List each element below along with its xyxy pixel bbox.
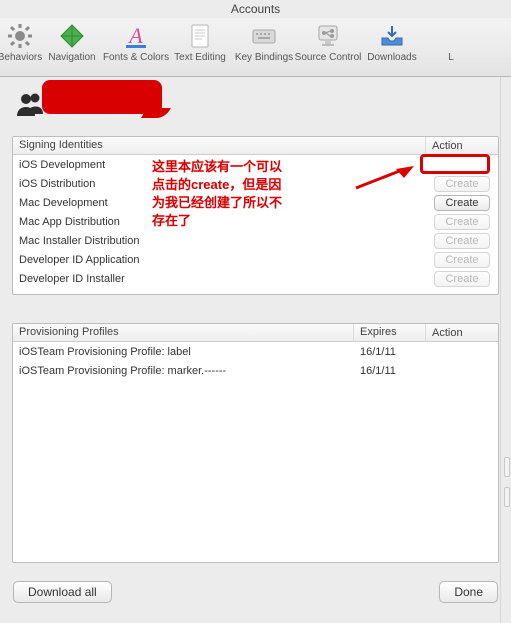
annotation-focus-box bbox=[420, 154, 490, 174]
scroll-nub[interactable] bbox=[504, 487, 510, 507]
branch-icon bbox=[312, 20, 344, 52]
toolbar-item-label: Downloads bbox=[367, 52, 416, 63]
bottom-bar: Download all Done bbox=[11, 575, 500, 609]
toolbar-item-label: Behaviors bbox=[0, 52, 42, 63]
titlebar: Accounts bbox=[0, 0, 511, 18]
identity-row: Developer ID Installer Create bbox=[13, 269, 498, 288]
toolbar-item-behaviors[interactable]: Behaviors bbox=[0, 20, 40, 63]
create-button[interactable]: Create bbox=[434, 195, 490, 211]
download-all-button[interactable]: Download all bbox=[13, 581, 112, 603]
svg-text:A: A bbox=[127, 23, 143, 48]
col-header-name[interactable]: Signing Identities bbox=[13, 137, 426, 154]
identity-name: Developer ID Installer bbox=[13, 273, 426, 285]
identities-header: Signing Identities Action bbox=[13, 137, 498, 155]
right-scroll-region bbox=[500, 77, 511, 623]
blank-icon bbox=[435, 20, 467, 52]
toolbar-item-navigation[interactable]: Navigation bbox=[40, 20, 104, 63]
col-header-expires[interactable]: Expires bbox=[354, 324, 426, 341]
font-icon: A bbox=[120, 20, 152, 52]
toolbar-item-label: Fonts & Colors bbox=[103, 52, 169, 63]
toolbar-item-downloads[interactable]: Downloads bbox=[360, 20, 424, 63]
identity-action: Create bbox=[426, 214, 498, 230]
keyboard-icon bbox=[248, 20, 280, 52]
toolbar-item-text-editing[interactable]: Text Editing bbox=[168, 20, 232, 63]
toolbar-item-label: Text Editing bbox=[174, 52, 226, 63]
gear-icon bbox=[4, 20, 36, 52]
identity-name: Developer ID Application bbox=[13, 254, 426, 266]
toolbar-item-label: Source Control bbox=[295, 52, 362, 63]
create-button-disabled: Create bbox=[434, 214, 490, 230]
toolbar-item-l[interactable]: L bbox=[424, 20, 478, 63]
create-button-disabled: Create bbox=[434, 271, 490, 287]
toolbar-item-key-bindings[interactable]: Key Bindings bbox=[232, 20, 296, 63]
content-area: Signing Identities Action iOS Developmen… bbox=[12, 88, 499, 609]
toolbar-item-label: L bbox=[448, 52, 454, 63]
col-header-action[interactable]: Action bbox=[426, 137, 498, 154]
toolbar-item-label: Navigation bbox=[48, 52, 95, 63]
profile-name: iOSTeam Provisioning Profile: label bbox=[13, 346, 354, 358]
profile-expires: 16/1/11 bbox=[354, 346, 426, 358]
profile-row[interactable]: iOSTeam Provisioning Profile: label16/1/… bbox=[13, 342, 498, 361]
annotation-arrow bbox=[354, 166, 414, 192]
page-icon bbox=[184, 20, 216, 52]
done-button[interactable]: Done bbox=[439, 581, 498, 603]
tray-icon bbox=[376, 20, 408, 52]
identity-action: Create bbox=[426, 195, 498, 211]
identity-row: Mac Installer Distribution Create bbox=[13, 231, 498, 250]
create-button-disabled: Create bbox=[434, 252, 490, 268]
col-header-action[interactable]: Action bbox=[426, 324, 498, 341]
account-header-redacted bbox=[14, 86, 164, 122]
identity-action: Create bbox=[426, 176, 498, 192]
profile-expires: 16/1/11 bbox=[354, 365, 426, 377]
profile-row[interactable]: iOSTeam Provisioning Profile: marker.---… bbox=[13, 361, 498, 380]
scroll-nub[interactable] bbox=[504, 457, 510, 477]
create-button-disabled: Create bbox=[434, 233, 490, 249]
toolbar: Behaviors Navigation A Fonts & Colors Text E… bbox=[0, 18, 511, 77]
identity-action: Create bbox=[426, 271, 498, 287]
profiles-header: Provisioning Profiles Expires Action bbox=[13, 324, 498, 342]
identity-row: Developer ID Application Create bbox=[13, 250, 498, 269]
col-header-name[interactable]: Provisioning Profiles bbox=[13, 324, 354, 341]
diamond-icon bbox=[56, 20, 88, 52]
toolbar-item-source-control[interactable]: Source Control bbox=[296, 20, 360, 63]
provisioning-profiles-panel: Provisioning Profiles Expires Action iOS… bbox=[12, 323, 499, 563]
create-button-disabled: Create bbox=[434, 176, 490, 192]
redaction-mark bbox=[42, 80, 162, 114]
identity-action: Create bbox=[426, 252, 498, 268]
identity-name: Mac Installer Distribution bbox=[13, 235, 426, 247]
toolbar-item-fonts-colors[interactable]: A Fonts & Colors bbox=[104, 20, 168, 63]
toolbar-item-label: Key Bindings bbox=[235, 52, 293, 63]
annotation-text: 这里本应该有一个可以 点击的create，但是因 为我已经创建了所以不 存在了 bbox=[152, 158, 344, 230]
identity-action: Create bbox=[426, 233, 498, 249]
profile-name: iOSTeam Provisioning Profile: marker.---… bbox=[13, 365, 354, 377]
